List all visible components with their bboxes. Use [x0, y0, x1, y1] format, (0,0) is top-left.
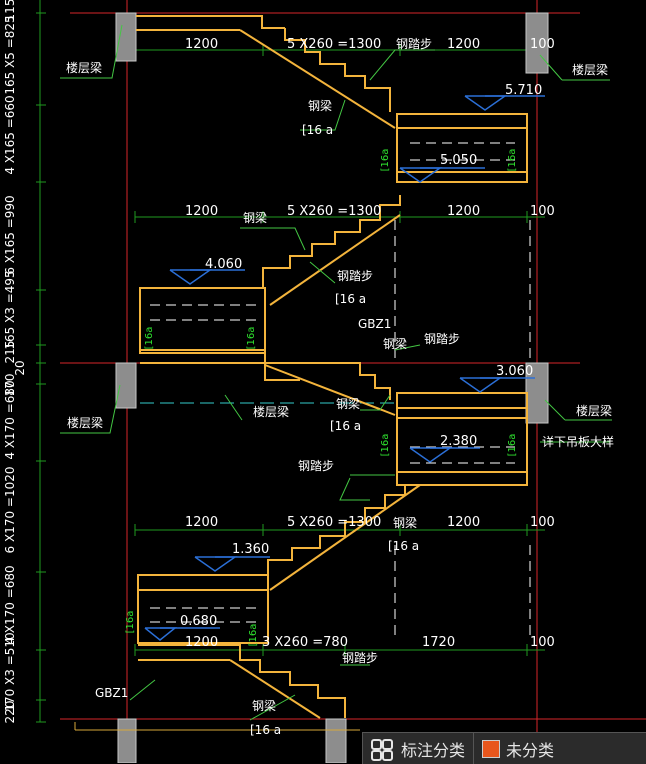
stair-section-drawing: 1200 5 X260 =1300 1200 100 1200 5 X260 =1300 1…: [3, 0, 646, 763]
member-label: 钢踏步: [424, 332, 460, 346]
vertical-dimension-label: 170 X3 =510: [3, 632, 17, 711]
level-label: 0.680: [180, 614, 217, 629]
annotate-classify-button[interactable]: 标注分类: [363, 733, 473, 764]
flight-dimension-label: 1200: [185, 204, 218, 219]
channel-label: [16a: [246, 327, 257, 350]
member-label: 钢踏步: [298, 459, 334, 473]
channel-label: [16a: [380, 434, 391, 457]
member-label: 楼层梁: [253, 404, 289, 419]
member-label: 钢梁: [393, 515, 417, 530]
vertical-dimension-line: [36, 0, 46, 723]
flight-dimension-label: 100: [530, 515, 555, 530]
level-markers: [144, 95, 545, 641]
beam-label: 楼层梁: [67, 415, 103, 430]
member-label: 钢梁: [308, 98, 332, 113]
vertical-dimension-label: 6 X170 =1020: [3, 467, 17, 554]
member-label: GBZ1: [358, 317, 391, 331]
channel-label: [16a: [248, 624, 259, 647]
level-label: 4.060: [205, 257, 242, 272]
vertical-dimension-label: 20: [13, 360, 27, 375]
beam-label: 楼层梁: [576, 403, 612, 418]
annotate-classify-label: 标注分类: [401, 740, 466, 760]
flight-dimension-label: 1200: [185, 37, 218, 52]
flight-dimension-label: 1200: [185, 515, 218, 530]
flight-dimension-label: 1720: [422, 635, 455, 650]
vertical-dimension-label: 4 X165 =660: [3, 95, 17, 174]
member-label: [16 a: [250, 723, 281, 737]
member-label: GBZ1: [95, 686, 128, 700]
unclassified-label: 未分类: [506, 740, 555, 760]
level-labels: 5.710 5.050 4.060 3.060 2.380 1.360 0.680: [180, 83, 542, 629]
member-label: [16 a: [388, 539, 419, 553]
channel-label: [16a: [144, 327, 155, 350]
flight-dimension-label: 100: [530, 37, 555, 52]
member-label: [16 a: [302, 123, 333, 137]
beam-label: 详下吊板大样: [542, 434, 614, 449]
level-label: 5.050: [440, 153, 477, 168]
member-label: 钢踏步: [396, 37, 432, 51]
beam-label: 楼层梁: [572, 62, 608, 77]
flight-dimension-label: 100: [530, 204, 555, 219]
level-label: 2.380: [440, 434, 477, 449]
flight-dimension-label: 5 X260 =1300: [287, 204, 381, 219]
axis-lines: [60, 0, 646, 763]
member-label: 钢踏步: [337, 269, 373, 283]
stair-structure: [136, 15, 528, 719]
flight-dimension-label: 1200: [447, 204, 480, 219]
flight-dimension-label: 3 X260 =780: [262, 635, 348, 650]
vertical-dimension-label: 4 X170 =680: [3, 380, 17, 459]
channel-label: [16a: [507, 434, 518, 457]
member-label: [16 a: [335, 292, 366, 306]
flight-dimension-label: 5 X260 =1300: [287, 37, 381, 52]
channel-label: [16a: [507, 149, 518, 172]
member-label: 钢梁: [383, 336, 407, 351]
unclassified-button[interactable]: 未分类: [473, 733, 562, 764]
vertical-dimension-labels: 115165 X5 =8254 X165 =6606 X165 =990165 …: [3, 0, 27, 723]
level-label: 5.710: [505, 83, 542, 98]
member-label: 钢梁: [243, 210, 267, 225]
flight-dimension-label: 1200: [447, 515, 480, 530]
flight-dimension-label: 100: [530, 635, 555, 650]
member-label: 钢梁: [252, 698, 276, 713]
vertical-dimension-label: 220: [3, 701, 17, 724]
annotation-panel: 标注分类 未分类: [362, 732, 646, 764]
unclassified-swatch: [482, 739, 501, 758]
member-label: 钢梁: [336, 396, 360, 411]
grid-icon: [371, 738, 393, 761]
vertical-dimension-label: 6 X165 =990: [3, 195, 17, 274]
vertical-dimension-label: 215: [3, 341, 17, 364]
flight-dimension-label: 1200: [185, 635, 218, 650]
channel-labels: [16a [16a [16a [16a [16a [16a [16a [16a: [125, 149, 518, 647]
level-label: 3.060: [496, 364, 533, 379]
flight-dimension-label: 1200: [447, 37, 480, 52]
channel-label: [16a: [380, 149, 391, 172]
channel-label: [16a: [125, 611, 136, 634]
member-label: 钢踏步: [342, 651, 378, 665]
vertical-dimension-label: 165 X5 =825: [3, 15, 17, 94]
beam-label: 楼层梁: [66, 60, 102, 75]
level-label: 1.360: [232, 542, 269, 557]
flight-dimension-label: 5 X260 =1300: [287, 515, 381, 530]
member-label: [16 a: [330, 419, 361, 433]
vertical-dimension-label: 165 X3 =495: [3, 270, 17, 349]
